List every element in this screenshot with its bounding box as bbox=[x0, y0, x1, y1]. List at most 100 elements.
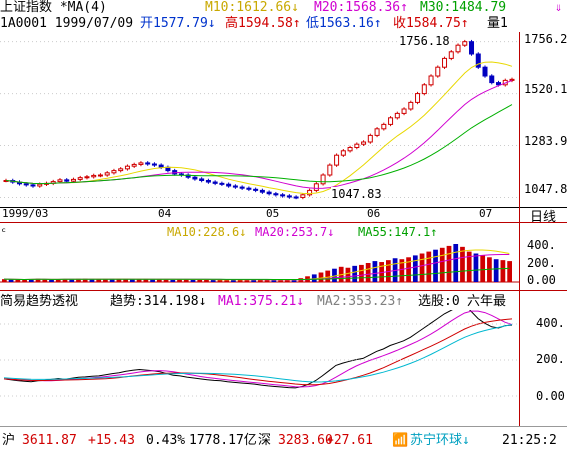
ma-line-30 bbox=[5, 104, 513, 185]
ma20-value: M20:1568.36↑ bbox=[314, 0, 408, 15]
volume-axis-tick: 0.00 bbox=[527, 273, 556, 287]
candle-body bbox=[435, 66, 441, 77]
volume-top-sep bbox=[0, 222, 567, 223]
candle-body bbox=[118, 168, 124, 172]
sh-label: 沪 bbox=[2, 433, 16, 448]
volume-bar bbox=[412, 255, 418, 282]
low-annotation: 1047.83 bbox=[331, 187, 382, 201]
candle-body bbox=[415, 93, 421, 103]
high-annotation: 1756.18 bbox=[399, 34, 450, 48]
trend-value: 趋势:314.198↓ bbox=[110, 294, 207, 309]
candle-body bbox=[91, 174, 97, 178]
stock-ticker[interactable]: 苏宁环球↓ bbox=[410, 427, 470, 455]
volume-bar bbox=[278, 280, 283, 282]
candle-body bbox=[70, 178, 76, 182]
trend-chart[interactable] bbox=[0, 310, 567, 424]
volume-bar bbox=[365, 263, 371, 282]
candle-body bbox=[442, 57, 448, 68]
candle-body bbox=[469, 41, 475, 55]
trend-ma1: MA1:375.21↓ bbox=[218, 294, 305, 309]
signal-icon[interactable]: 📶 bbox=[392, 427, 408, 455]
candle-body bbox=[361, 141, 367, 145]
price-axis-tick: 1047.8 bbox=[524, 182, 567, 196]
trend-ma1-line bbox=[3, 310, 513, 388]
chart-header-row1: 上证指数 *MA(4) M10:1612.66↓ M20:1568.36↑ M3… bbox=[0, 0, 506, 16]
candle-body bbox=[408, 101, 414, 110]
volume-bar bbox=[318, 272, 324, 282]
volume-bar bbox=[473, 253, 479, 282]
volume-bar bbox=[130, 279, 135, 282]
candle-body bbox=[327, 164, 333, 176]
volume-bar bbox=[419, 253, 425, 282]
volume-bar bbox=[177, 279, 182, 282]
volume-bar bbox=[150, 279, 155, 282]
sz-index: 3283.60 bbox=[278, 433, 333, 448]
candle-body bbox=[232, 185, 238, 188]
candle-body bbox=[199, 178, 205, 182]
candle-body bbox=[23, 183, 29, 186]
volume-bar bbox=[359, 264, 364, 282]
candle-body bbox=[246, 187, 252, 190]
sz-change: +27.61 bbox=[326, 433, 373, 448]
candle-body bbox=[158, 164, 164, 168]
price-axis-tick: 1756.2 bbox=[524, 32, 567, 46]
volume-bar bbox=[500, 260, 506, 282]
trend-pick: 选股:0 bbox=[418, 294, 460, 309]
volume-bar bbox=[49, 279, 54, 282]
candle-body bbox=[388, 117, 394, 125]
candle-body bbox=[347, 147, 353, 152]
code-date: 1A0001 1999/07/09 bbox=[0, 16, 134, 31]
volume-bar bbox=[217, 279, 223, 282]
price-axis-tick: 1520.1 bbox=[524, 82, 567, 96]
volume-bar bbox=[163, 279, 169, 282]
candle-body bbox=[266, 191, 272, 195]
candle-body bbox=[97, 174, 103, 177]
volume-bar bbox=[170, 279, 176, 282]
candle-body bbox=[320, 174, 326, 185]
candle-body bbox=[340, 150, 346, 156]
sh-change: +15.43 bbox=[88, 433, 135, 448]
candle-body bbox=[104, 172, 110, 176]
candle-body bbox=[239, 186, 245, 189]
chart-header-row2: 1A0001 1999/07/09 开1577.79↓ 高1594.58↑ 低1… bbox=[0, 16, 508, 32]
ma-line-20 bbox=[5, 80, 513, 189]
open-value: 开1577.79↓ bbox=[140, 16, 216, 31]
candle-body bbox=[111, 170, 117, 174]
sh-pct: 0.43% bbox=[146, 433, 186, 448]
candle-body bbox=[307, 189, 313, 196]
candle-body bbox=[381, 123, 387, 130]
candle-body bbox=[280, 194, 286, 197]
right-axis-line bbox=[519, 32, 520, 426]
volume-bar bbox=[224, 280, 230, 282]
sz-label: 深 bbox=[258, 433, 272, 448]
volume-chart[interactable] bbox=[0, 238, 567, 288]
candle-body bbox=[124, 165, 130, 170]
time-axis-label: 07 bbox=[479, 207, 493, 220]
candle-body bbox=[300, 194, 306, 198]
time-axis-label: 1999/03 bbox=[2, 207, 49, 220]
volume-bar bbox=[156, 279, 162, 282]
time-axis-label: 04 bbox=[158, 207, 172, 220]
candle-body bbox=[509, 78, 515, 81]
volume-bar bbox=[345, 267, 351, 282]
trend-axis-tick: 0.00 bbox=[536, 389, 565, 403]
candle-body bbox=[64, 179, 70, 182]
candle-body bbox=[84, 176, 90, 179]
candle-body bbox=[286, 195, 292, 198]
trend-header: 简易趋势透视 趋势:314.198↓ MA1:375.21↓ MA2:353.2… bbox=[0, 294, 506, 310]
settings-arrow-icon[interactable]: ⇓ bbox=[555, 0, 562, 14]
candle-body bbox=[30, 184, 36, 187]
volume-bar bbox=[325, 270, 331, 282]
candle-body bbox=[374, 128, 380, 136]
candle-body bbox=[428, 75, 434, 86]
candle-body bbox=[37, 183, 43, 187]
trend-ma2: MA2:353.23↑ bbox=[317, 294, 404, 309]
trend-best: 六年最 bbox=[467, 294, 507, 309]
volume-bar bbox=[453, 244, 459, 282]
price-chart[interactable] bbox=[0, 32, 567, 208]
candle-body bbox=[448, 51, 454, 59]
volume-bar bbox=[22, 279, 27, 282]
candle-body bbox=[151, 163, 157, 166]
candle-body bbox=[205, 180, 211, 183]
trend-axis-tick: 400. bbox=[536, 316, 565, 330]
